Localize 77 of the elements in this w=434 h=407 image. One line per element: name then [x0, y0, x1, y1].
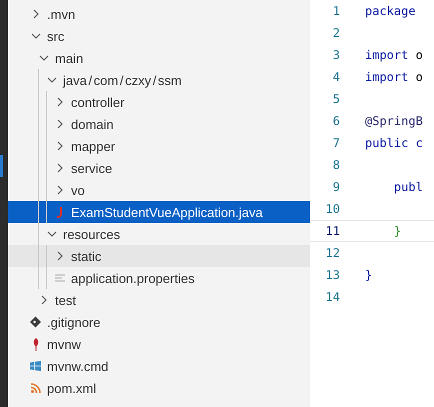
file-name: ExamStudentVueApplication.java — [71, 204, 263, 220]
folder-item[interactable]: domain — [8, 113, 310, 135]
chevron-right-icon — [56, 141, 62, 151]
code-line: package — [365, 4, 416, 18]
folder-name: resources — [63, 226, 120, 242]
line-number: 10 — [324, 202, 340, 216]
chevron-down-icon — [46, 77, 56, 83]
code-line: publ — [392, 180, 423, 194]
chevron-down-icon — [46, 231, 56, 237]
code-line: import o — [365, 70, 423, 84]
folder-item[interactable]: vo — [8, 179, 310, 201]
folder-name: controller — [71, 94, 124, 110]
folder-item[interactable]: java / com / czxy / ssm — [8, 69, 310, 91]
folder-item[interactable]: .mvn — [8, 3, 310, 25]
folder-item[interactable]: src — [8, 25, 310, 47]
file-name: application.properties — [71, 270, 195, 286]
folder-name: test — [55, 292, 76, 308]
chevron-down-icon — [30, 33, 40, 39]
folder-name: domain — [71, 116, 114, 132]
chevron-right-icon — [56, 251, 62, 261]
folder-name: service — [71, 160, 112, 176]
folder-name: src — [47, 28, 64, 44]
file-item[interactable]: .gitignore — [8, 311, 310, 333]
line-number: 5 — [332, 92, 340, 106]
folder-name: static — [71, 248, 102, 264]
code-line: @SpringB — [365, 114, 423, 128]
folder-name: .mvn — [47, 6, 76, 22]
line-number: 13 — [324, 268, 340, 282]
line-number: 12 — [324, 246, 340, 260]
chevron-right-icon — [32, 9, 38, 19]
chevron-right-icon — [56, 163, 62, 173]
code-line: public c — [365, 136, 423, 150]
code-line: import o — [365, 48, 423, 62]
lines-icon — [54, 274, 64, 282]
file-name: mvnw — [47, 336, 81, 352]
file-item[interactable]: mvnw.cmd — [8, 355, 310, 377]
line-number: 2 — [332, 26, 340, 40]
active-indicator — [0, 155, 3, 177]
folder-item[interactable]: service — [8, 157, 310, 179]
chevron-right-icon — [56, 97, 62, 107]
file-item[interactable]: ExamStudentVueApplication.java — [8, 201, 310, 223]
line-number: 6 — [332, 114, 340, 128]
letter-j-icon — [56, 206, 64, 218]
file-item[interactable]: pom.xml — [8, 377, 310, 399]
file-name: pom.xml — [47, 380, 96, 396]
chevron-right-icon — [56, 119, 62, 129]
file-item[interactable]: mvnw — [8, 333, 310, 355]
rss-icon — [30, 383, 40, 393]
file-name: .gitignore — [47, 314, 100, 330]
line-number: 7 — [332, 136, 340, 150]
code-line: } — [365, 268, 372, 282]
folder-name: mapper — [71, 138, 116, 154]
folder-name: main — [55, 50, 84, 66]
diamond-icon — [30, 316, 41, 328]
chevron-down-icon — [38, 55, 48, 61]
line-number: 11 — [324, 224, 340, 238]
line-number: 1 — [332, 4, 340, 18]
folder-item[interactable]: mapper — [8, 135, 310, 157]
line-number: 9 — [332, 180, 340, 194]
chevron-right-icon — [56, 185, 62, 195]
line-number: 4 — [332, 70, 340, 84]
windows-icon — [30, 360, 41, 372]
line-number: 14 — [324, 290, 340, 304]
folder-item[interactable]: controller — [8, 91, 310, 113]
folder-item[interactable]: test — [8, 289, 310, 311]
folder-item[interactable]: static — [8, 245, 310, 267]
folder-item[interactable]: resources — [8, 223, 310, 245]
file-item[interactable]: application.properties — [8, 267, 310, 289]
line-number: 8 — [332, 158, 340, 172]
chevron-right-icon — [40, 295, 46, 305]
folder-name: vo — [71, 182, 85, 198]
code-line: } — [392, 224, 402, 238]
file-name: mvnw.cmd — [47, 358, 108, 374]
folder-name: java / com / czxy / ssm — [63, 72, 182, 88]
feather-icon — [32, 338, 40, 350]
line-number: 3 — [332, 48, 340, 62]
folder-item[interactable]: main — [8, 47, 310, 69]
